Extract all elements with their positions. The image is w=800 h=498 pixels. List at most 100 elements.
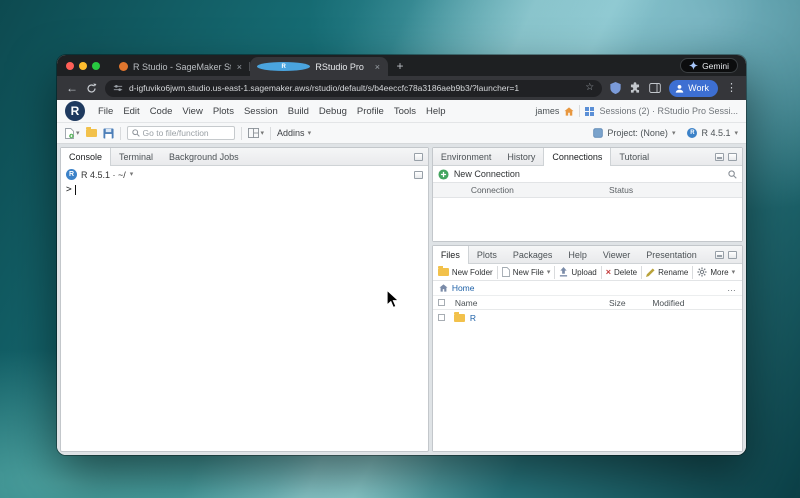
tab-history[interactable]: History [499,148,543,165]
chevron-down-icon[interactable]: ▾ [130,171,134,178]
rename-button[interactable]: Rename [646,268,688,277]
menu-view[interactable]: View [177,103,207,120]
breadcrumb-home[interactable]: Home [452,283,475,293]
column-status[interactable]: Status [609,185,633,195]
menu-profile[interactable]: Profile [352,103,389,120]
file-name[interactable]: R [470,313,476,323]
home-icon[interactable] [564,107,574,116]
divider [579,105,580,117]
tab-terminal[interactable]: Terminal [111,148,161,165]
maximize-pane-icon[interactable] [728,153,737,161]
profile-chip[interactable]: Work [669,80,718,97]
session-label[interactable]: R 4.5.1 · ~/ [81,170,126,180]
new-file-icon [65,128,74,139]
goto-file-search[interactable] [127,126,235,140]
gemini-button[interactable]: Gemini [680,58,738,73]
close-tab-icon[interactable]: × [236,62,243,72]
save-button[interactable] [103,128,114,139]
home-icon[interactable] [439,284,448,292]
search-icon [132,129,140,137]
select-all-checkbox[interactable] [438,299,445,306]
minimize-pane-icon[interactable] [715,251,724,259]
search-connections-icon[interactable] [728,170,737,179]
maximize-pane-icon[interactable] [414,153,423,161]
files-toolbar: New Folder New File ▾ Upload [433,264,742,281]
rstudio-favicon: R [257,62,310,71]
go-to-directory-button[interactable]: … [727,283,736,293]
side-panel-icon[interactable] [649,83,661,93]
shield-extension-icon[interactable] [610,82,621,94]
goto-file-input[interactable] [143,128,230,138]
back-icon[interactable]: ← [66,82,78,94]
delete-button[interactable]: × Delete [606,268,637,277]
menu-build[interactable]: Build [283,103,314,120]
tab-files[interactable]: Files [433,246,469,264]
column-connection[interactable]: Connection [471,185,514,195]
site-info-icon[interactable] [113,83,123,93]
column-modified[interactable]: Modified [652,298,684,308]
sessions-icon[interactable] [585,107,594,116]
r-version-selector[interactable]: R R 4.5.1 ▾ [687,128,738,138]
menu-session[interactable]: Session [239,103,283,120]
files-table-header: Name Size Modified [433,296,742,310]
more-label: More [710,268,728,277]
new-tab-button[interactable]: + [392,57,408,76]
new-file-menu-button[interactable]: New File ▾ [502,267,551,277]
tab-connections[interactable]: Connections [543,148,611,166]
menu-file[interactable]: File [93,103,118,120]
extensions-puzzle-icon[interactable] [629,82,641,94]
tab-viewer[interactable]: Viewer [595,246,638,263]
menu-plots[interactable]: Plots [208,103,239,120]
files-pane-tabs: Files Plots Packages Help Viewer Present… [433,246,742,264]
menu-tools[interactable]: Tools [389,103,421,120]
tab-console[interactable]: Console [61,148,111,166]
menu-edit[interactable]: Edit [118,103,144,120]
upload-label: Upload [571,268,596,277]
menu-code[interactable]: Code [145,103,178,120]
maximize-pane-icon[interactable] [728,251,737,259]
console-popout-icon[interactable] [414,171,423,179]
project-selector[interactable]: Project: (None) ▾ [593,128,675,138]
chevron-down-icon: ▾ [734,130,738,137]
close-tab-icon[interactable]: × [374,62,381,72]
tab-presentation[interactable]: Presentation [638,246,705,263]
tab-label: Viewer [603,250,630,260]
addins-menu[interactable]: Addins ▾ [277,128,311,138]
row-checkbox[interactable] [438,314,445,321]
tab-help[interactable]: Help [560,246,595,263]
tab-label: Environment [441,152,492,162]
bookmark-star-icon[interactable]: ☆ [585,83,594,93]
new-folder-button[interactable]: New Folder [438,268,493,277]
upload-button[interactable]: Upload [559,267,596,277]
column-size[interactable]: Size [609,298,626,308]
minimize-window-button[interactable] [79,62,87,70]
browser-menu-icon[interactable]: ⋮ [726,83,737,94]
tab-tutorial[interactable]: Tutorial [611,148,657,165]
tab-rstudio-pro[interactable]: R RStudio Pro × [250,57,388,76]
workspace-panes-button[interactable]: ▾ [248,128,265,138]
zoom-window-button[interactable] [92,62,100,70]
environment-pane: Environment History Connections Tutorial… [432,147,743,242]
tab-background-jobs[interactable]: Background Jobs [161,148,247,165]
tab-packages[interactable]: Packages [505,246,561,263]
menu-help[interactable]: Help [421,103,451,120]
tab-environment[interactable]: Environment [433,148,500,165]
new-connection-icon [438,169,449,180]
open-file-button[interactable] [86,129,97,137]
minimize-pane-icon[interactable] [715,153,724,161]
column-name[interactable]: Name [455,298,478,308]
sessions-label[interactable]: Sessions (2) · RStudio Pro Sessi... [599,106,738,116]
console-pane: Console Terminal Background Jobs R R 4.5… [60,147,429,452]
file-row[interactable]: R [433,310,742,325]
new-connection-button[interactable]: New Connection [454,169,520,179]
menu-debug[interactable]: Debug [314,103,352,120]
rstudio-menubar: R File Edit Code View Plots Session Buil… [57,100,746,123]
tab-sagemaker-studio[interactable]: R Studio - SageMaker Studio × [112,57,250,76]
close-window-button[interactable] [66,62,74,70]
tab-plots[interactable]: Plots [469,246,505,263]
reload-icon[interactable] [86,83,97,94]
console-output[interactable]: R R 4.5.1 · ~/ ▾ > [61,166,428,451]
new-file-button[interactable]: ▾ [65,128,80,139]
more-menu-button[interactable]: More ▾ [697,267,735,277]
address-bar[interactable]: d-igfuviko6jwm.studio.us-east-1.sagemake… [105,80,602,97]
